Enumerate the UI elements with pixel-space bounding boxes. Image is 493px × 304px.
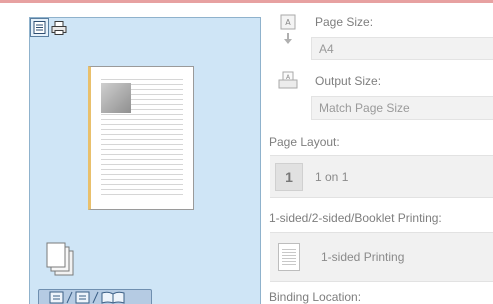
page-size-select[interactable]: A4 <box>311 37 493 60</box>
output-size-label: Output Size: <box>315 74 382 88</box>
binding-location-icon[interactable] <box>38 289 152 304</box>
page-layout-value: 1 on 1 <box>315 169 349 184</box>
print-preview-pane <box>29 17 261 304</box>
printing-mode-label: 1-sided/2-sided/Booklet Printing: <box>269 211 442 225</box>
page-size-icon: A <box>278 14 298 49</box>
page-layout-label: Page Layout: <box>269 135 340 149</box>
stack-pages-icon <box>43 241 77 280</box>
printing-mode-value: 1-sided Printing <box>321 250 405 264</box>
print-settings-panel: A Page Size: A4 A Output Size: Match Pag… <box>268 0 493 304</box>
page-preview-thumbnail <box>88 66 194 210</box>
page-layout-option[interactable]: 1 1 on 1 <box>270 155 493 198</box>
svg-text:A: A <box>285 18 291 27</box>
binding-location-label: Binding Location: <box>269 290 362 304</box>
output-size-icon: A <box>277 71 299 94</box>
page-size-label: Page Size: <box>315 15 374 29</box>
printer-view-icon[interactable] <box>49 18 68 37</box>
single-sided-document-icon <box>278 243 300 271</box>
printing-mode-option[interactable]: 1-sided Printing <box>270 232 493 282</box>
output-size-select[interactable]: Match Page Size <box>311 96 493 120</box>
page-layout-number-icon: 1 <box>275 162 303 191</box>
page-view-icon[interactable] <box>30 18 49 37</box>
preview-image-placeholder <box>101 83 131 113</box>
preview-view-toggle <box>30 18 68 38</box>
